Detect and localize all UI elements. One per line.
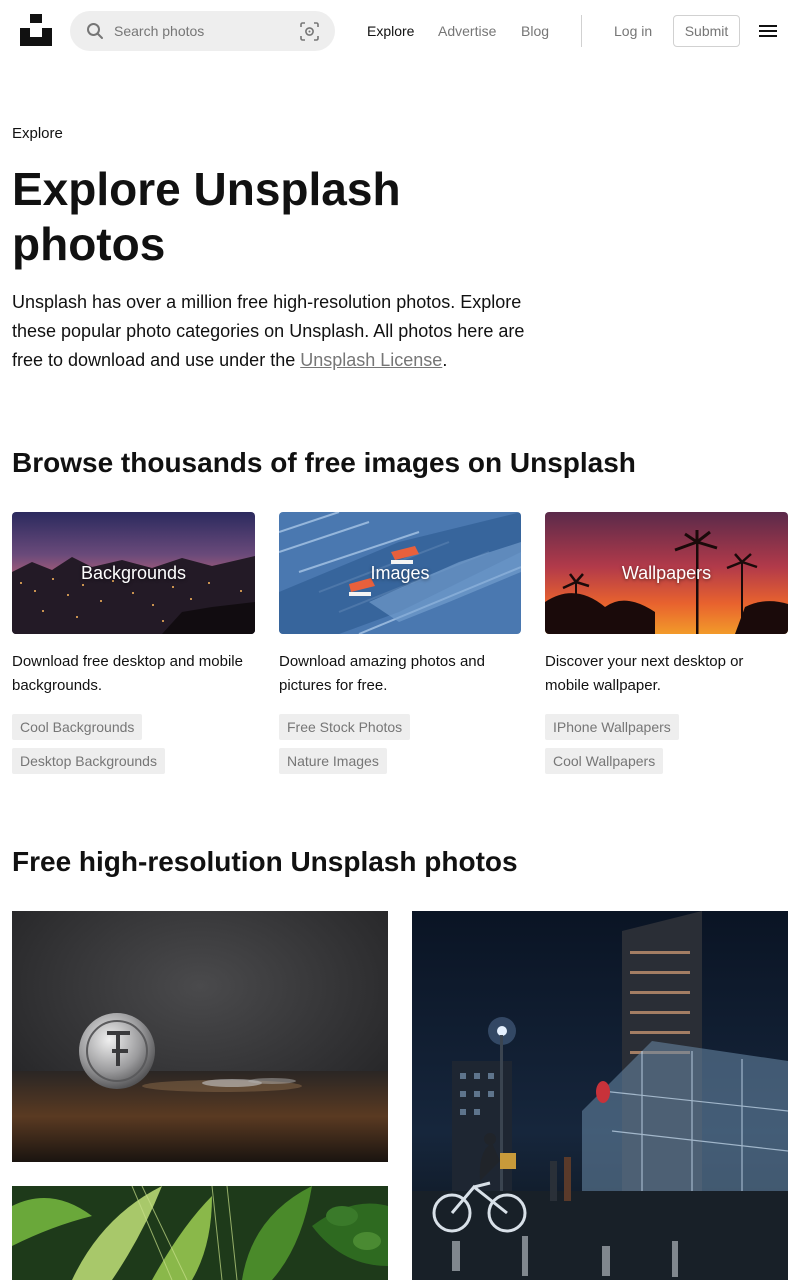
visual-search-icon[interactable] <box>300 22 319 41</box>
photo-city-night[interactable] <box>412 911 788 1280</box>
submit-photo-button[interactable]: Submit <box>673 15 740 47</box>
search-icon[interactable] <box>86 22 104 40</box>
photo-coin[interactable] <box>12 911 388 1162</box>
search-input[interactable] <box>114 11 294 51</box>
category-title-images: Images <box>370 562 430 583</box>
nav-divider <box>581 15 582 47</box>
tag-nature-images[interactable]: Nature Images <box>279 748 387 774</box>
photos-heading: Free high-resolution Unsplash photos <box>12 846 518 877</box>
category-image-images[interactable]: Images <box>279 512 521 634</box>
hamburger-menu-icon[interactable] <box>758 23 778 39</box>
category-tags-backgrounds: Cool Backgrounds Desktop Backgrounds <box>12 714 255 774</box>
category-card-images: Images Download amazing photos and pictu… <box>279 512 521 774</box>
category-tags-wallpapers: IPhone Wallpapers Cool Wallpapers <box>545 714 788 774</box>
tag-desktop-backgrounds[interactable]: Desktop Backgrounds <box>12 748 165 774</box>
photo-plants[interactable] <box>12 1186 388 1280</box>
unsplash-logo-icon[interactable] <box>20 14 52 46</box>
category-title-wallpapers: Wallpapers <box>621 562 712 583</box>
intro-text: Unsplash has over a million free high-re… <box>12 292 525 370</box>
category-description-images: Download amazing photos and pictures for… <box>279 653 485 694</box>
tag-iphone-wallpapers[interactable]: IPhone Wallpapers <box>545 714 679 740</box>
search-bar <box>70 11 335 51</box>
nav-advertise-link[interactable]: Advertise <box>438 22 496 40</box>
category-card-wallpapers: Wallpapers Discover your next desktop or… <box>545 512 788 774</box>
tag-cool-wallpapers[interactable]: Cool Wallpapers <box>545 748 664 774</box>
intro-paragraph: Unsplash has over a million free high-re… <box>12 288 532 375</box>
category-image-backgrounds[interactable]: Backgrounds <box>12 512 255 634</box>
unsplash-license-link[interactable]: Unsplash License <box>300 350 442 370</box>
nav-blog-link[interactable]: Blog <box>521 22 549 40</box>
category-tags-images: Free Stock Photos Nature Images <box>279 714 521 774</box>
nav-explore-link[interactable]: Explore <box>367 22 414 40</box>
tag-cool-backgrounds[interactable]: Cool Backgrounds <box>12 714 143 740</box>
breadcrumb: Explore <box>12 125 63 142</box>
page-title: Explore Unsplash photos <box>12 163 401 270</box>
category-description-wallpapers: Discover your next desktop or mobile wal… <box>545 653 744 694</box>
category-title-backgrounds: Backgrounds <box>80 562 187 583</box>
category-description-backgrounds: Download free desktop and mobile backgro… <box>12 653 243 694</box>
intro-suffix: . <box>442 350 448 370</box>
top-navbar: Explore Advertise Blog Log in Submit <box>0 0 800 62</box>
category-image-wallpapers[interactable]: Wallpapers <box>545 512 788 634</box>
tag-free-stock-photos[interactable]: Free Stock Photos <box>279 714 411 740</box>
category-card-backgrounds: Backgrounds Download free desktop and mo… <box>12 512 255 774</box>
login-link[interactable]: Log in <box>614 22 652 40</box>
browse-heading: Browse thousands of free images on Unspl… <box>12 447 636 478</box>
